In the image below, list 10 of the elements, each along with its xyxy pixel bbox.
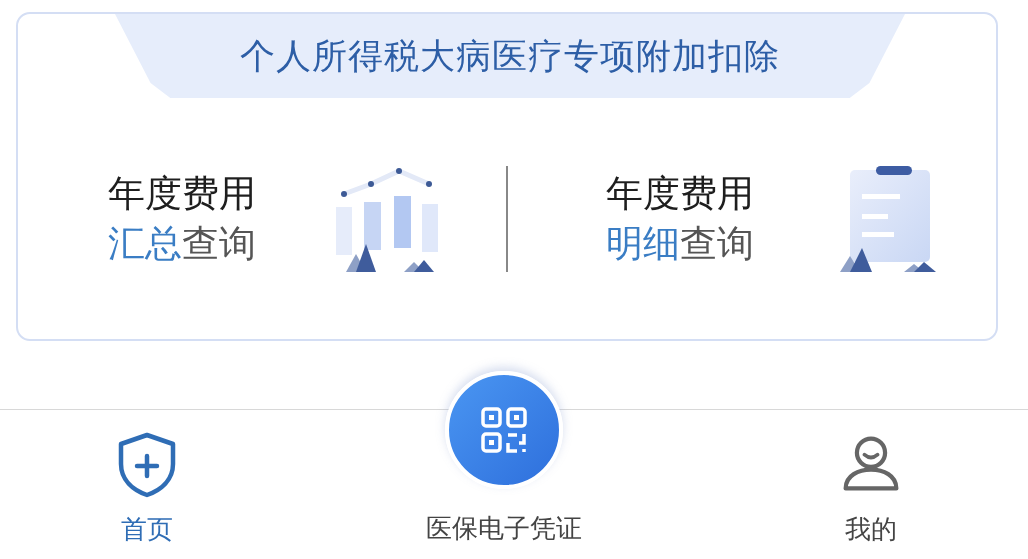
tab-label[interactable]: 我的: [845, 512, 897, 547]
card-title: 个人所得税大病医疗专项附加扣除: [240, 34, 780, 78]
entry-label[interactable]: 年度费用: [606, 172, 754, 216]
tab-label[interactable]: 医保电子凭证: [426, 511, 582, 546]
entry-label[interactable]: 年度费用: [108, 172, 256, 216]
query-link[interactable]: 汇总查询: [108, 222, 256, 266]
query-link[interactable]: 明细查询: [606, 222, 754, 266]
qr-code-icon: [479, 405, 529, 455]
shield-plus-icon[interactable]: [116, 432, 178, 498]
tab-label[interactable]: 首页: [121, 512, 173, 547]
